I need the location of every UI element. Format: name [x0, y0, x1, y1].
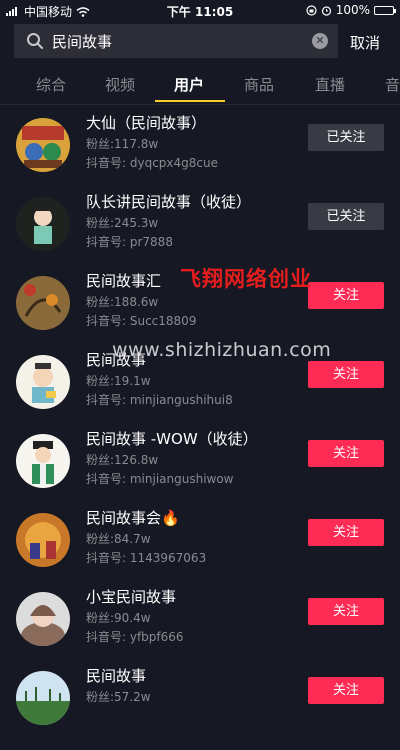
user-name[interactable]: 小宝民间故事: [86, 586, 176, 607]
tab-bar: 综合 视频 用户 商品 直播 音: [0, 60, 400, 104]
douyin-id: 抖音号: minjiangushihui8: [86, 393, 233, 407]
rotation-lock-icon: [306, 4, 317, 16]
avatar[interactable]: [16, 513, 70, 567]
fans-count: 粉丝:84.7w: [86, 532, 151, 546]
douyin-id: 抖音号: pr7888: [86, 235, 173, 249]
avatar[interactable]: [16, 434, 70, 488]
avatar[interactable]: [16, 355, 70, 409]
tab-overall[interactable]: 综合: [36, 74, 66, 95]
avatar[interactable]: [16, 592, 70, 646]
douyin-id: 抖音号: dyqcpx4g8cue: [86, 156, 218, 170]
fans-count: 粉丝:90.4w: [86, 611, 151, 625]
fans-count: 粉丝:245.3w: [86, 216, 159, 230]
watermark-text: 飞翔网络创业: [180, 267, 312, 291]
avatar[interactable]: [16, 118, 70, 172]
cancel-button[interactable]: 取消: [350, 32, 380, 53]
alarm-icon: [321, 5, 331, 16]
avatar[interactable]: [16, 671, 70, 725]
clear-icon[interactable]: ✕: [312, 33, 328, 49]
follow-button[interactable]: 关注: [308, 598, 384, 625]
user-row[interactable]: 民间故事会🔥 粉丝:84.7w 抖音号: 1143967063 关注: [0, 509, 400, 592]
user-name[interactable]: 民间故事: [86, 665, 146, 686]
search-query[interactable]: 民间故事: [52, 31, 112, 52]
followed-button[interactable]: 已关注: [308, 203, 384, 230]
follow-button[interactable]: 关注: [308, 440, 384, 467]
fans-count: 粉丝:57.2w: [86, 690, 151, 704]
user-name[interactable]: 民间故事会🔥: [86, 507, 180, 528]
douyin-id: 抖音号: 1143967063: [86, 551, 207, 565]
tab-products[interactable]: 商品: [244, 74, 274, 95]
tab-live[interactable]: 直播: [315, 74, 345, 95]
follow-button[interactable]: 关注: [308, 282, 384, 309]
divider: [0, 104, 400, 105]
follow-button[interactable]: 关注: [308, 519, 384, 546]
tab-videos[interactable]: 视频: [105, 74, 135, 95]
follow-button[interactable]: 关注: [308, 361, 384, 388]
status-right: 100%: [306, 3, 396, 17]
user-name[interactable]: 队长讲民间故事（收徒）: [86, 191, 251, 212]
user-name[interactable]: 民间故事汇: [86, 270, 161, 291]
user-row[interactable]: 民间故事 粉丝:19.1w 抖音号: minjiangushihui8 关注: [0, 351, 400, 434]
followed-button[interactable]: 已关注: [308, 124, 384, 151]
search-icon: [27, 33, 43, 49]
tab-indicator: [155, 100, 225, 102]
user-name[interactable]: 大仙（民间故事）: [86, 112, 206, 133]
fans-count: 粉丝:188.6w: [86, 295, 159, 309]
user-row[interactable]: 民间故事 -WOW（收徒） 粉丝:126.8w 抖音号: minjiangush…: [0, 430, 400, 513]
fans-count: 粉丝:126.8w: [86, 453, 159, 467]
user-row[interactable]: 小宝民间故事 粉丝:90.4w 抖音号: yfbpf666 关注: [0, 588, 400, 671]
douyin-id: 抖音号: minjiangushiwow: [86, 472, 234, 486]
battery-percent: 100%: [335, 3, 370, 17]
user-row[interactable]: 大仙（民间故事） 粉丝:117.8w 抖音号: dyqcpx4g8cue 已关注: [0, 114, 400, 197]
avatar[interactable]: [16, 276, 70, 330]
douyin-id: 抖音号: Succ18809: [86, 314, 197, 328]
fans-count: 粉丝:19.1w: [86, 374, 151, 388]
watermark-url: www.shizhizhuan.com: [112, 339, 332, 361]
tab-users[interactable]: 用户: [174, 74, 204, 95]
battery-icon: [374, 5, 396, 15]
follow-button[interactable]: 关注: [308, 677, 384, 704]
avatar[interactable]: [16, 197, 70, 251]
search-input[interactable]: 民间故事 ✕: [14, 24, 338, 58]
fans-count: 粉丝:117.8w: [86, 137, 159, 151]
tab-music[interactable]: 音: [385, 74, 400, 95]
status-bar: 中国移动 下午 11:05 100%: [0, 0, 400, 20]
user-name[interactable]: 民间故事 -WOW（收徒）: [86, 428, 258, 449]
douyin-id: 抖音号: yfbpf666: [86, 630, 184, 644]
